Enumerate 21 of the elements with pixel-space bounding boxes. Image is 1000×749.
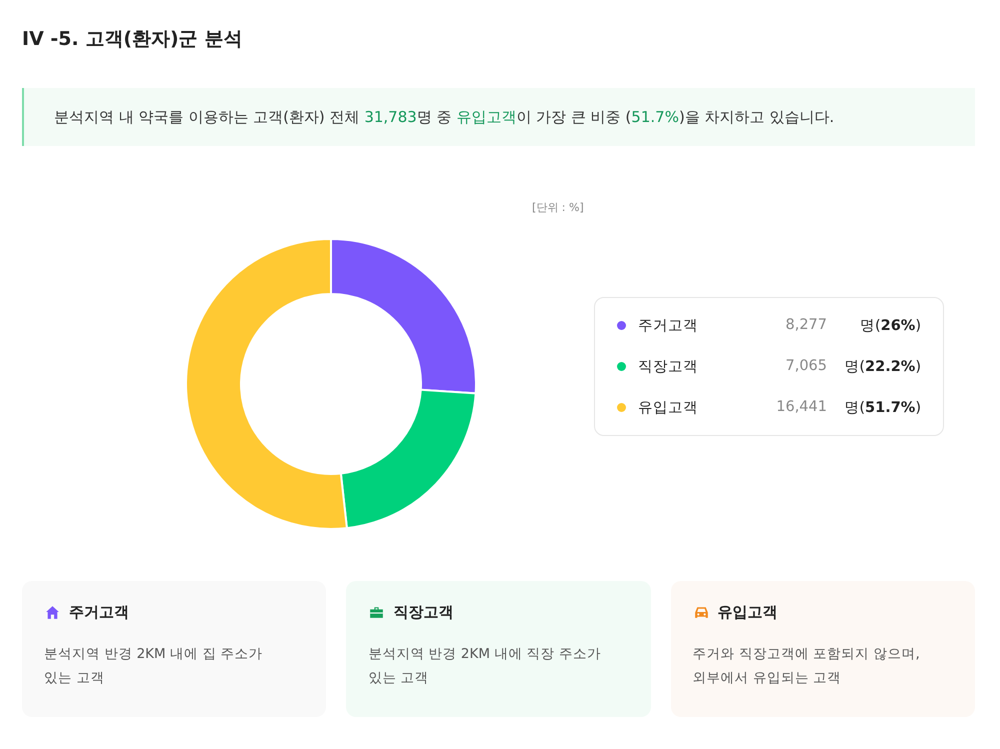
legend-label: 유입고객	[638, 398, 699, 416]
legend-count: 7,065	[785, 358, 827, 374]
car-icon	[692, 604, 710, 621]
card-title: 유입고객	[718, 603, 778, 622]
section-title: IV -5. 고객(환자)군 분석	[22, 27, 244, 50]
legend-label: 주거고객	[638, 316, 699, 334]
card-title: 주거고객	[69, 603, 129, 622]
unit-label: [단위 : %]	[532, 200, 584, 215]
briefcase-icon	[368, 604, 386, 621]
legend-share: 명(26%)	[858, 316, 921, 334]
legend-count: 16,441	[776, 399, 827, 415]
legend-count: 8,277	[785, 317, 827, 333]
legend-share: 명(51.7%)	[843, 398, 921, 416]
legend-share: 명(22.2%)	[843, 358, 921, 376]
card-title: 직장고객	[393, 603, 454, 622]
legend-label: 직장고객	[638, 358, 699, 376]
card-description: 분석지역 반경 2KM 내에 직장 주소가 있는 고객	[368, 645, 602, 688]
summary-banner: 분석지역 내 약국를 이용하는 고객(환자) 전체 31,783명 중 유입고객 이 가장 큰 비중 (51.7%)을 차지하고 있습니다.	[22, 88, 975, 146]
house-icon	[44, 604, 61, 621]
card-description: 주거와 직장고객에 포함되지 않으며, 외부에서 유입되는 고객	[692, 645, 921, 688]
card-description: 분석지역 반경 2KM 내에 집 주소가 있는 고객	[44, 645, 264, 688]
